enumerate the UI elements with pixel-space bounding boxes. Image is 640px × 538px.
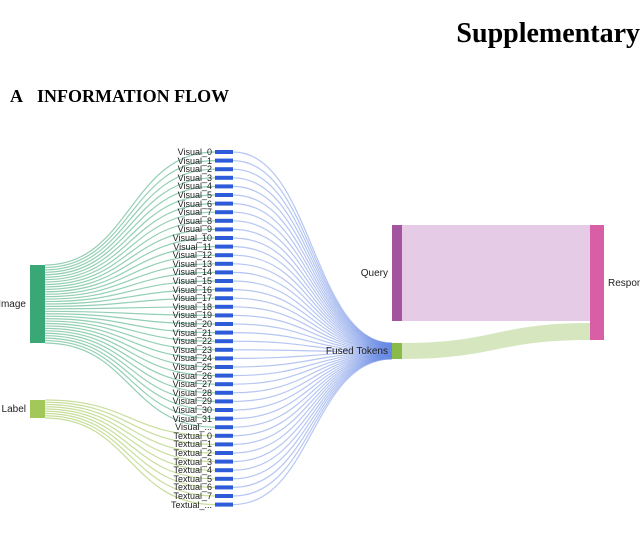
node-Visual_13 (215, 262, 233, 266)
node-Textual_1 (215, 442, 233, 446)
flow-Visual_10-to-fused (233, 238, 392, 347)
node-Textual_7 (215, 494, 233, 498)
node-Visual_0 (215, 150, 233, 154)
node-Visual_20 (215, 322, 233, 326)
node-Visual_7 (215, 210, 233, 214)
node-Textual_3 (215, 460, 233, 464)
node-Visual_12 (215, 253, 233, 257)
label-query: Query (361, 268, 388, 279)
node-image (30, 265, 45, 343)
page-title: Supplementary (0, 0, 640, 50)
node-Visual_30 (215, 408, 233, 412)
node-Visual_21 (215, 331, 233, 335)
node-label-src (30, 400, 45, 418)
sankey-svg (0, 125, 640, 535)
node-Textual_... (215, 503, 233, 507)
node-query (392, 225, 402, 321)
sankey-diagram: ImageLabelVisual_0Visual_1Visual_2Visual… (0, 125, 640, 535)
label-Textual_...: Textual_... (171, 500, 212, 510)
section-letter: A (10, 86, 23, 106)
node-Visual_23 (215, 348, 233, 352)
node-response (590, 225, 604, 340)
label-fused: Fused Tokens (326, 346, 388, 357)
flow-query-to-response (402, 225, 590, 321)
node-Textual_0 (215, 434, 233, 438)
flow-Visual_4-to-fused (233, 186, 392, 344)
node-Visual_14 (215, 270, 233, 274)
node-Textual_5 (215, 477, 233, 481)
flow-fused-to-response (402, 323, 590, 359)
flow-Visual_1-to-fused (233, 161, 392, 344)
node-Visual_18 (215, 305, 233, 309)
node-Visual_3 (215, 176, 233, 180)
node-Visual_22 (215, 339, 233, 343)
node-Visual_16 (215, 288, 233, 292)
label-label: Label (2, 404, 26, 415)
label-image: Image (0, 299, 26, 310)
node-Visual_27 (215, 382, 233, 386)
node-Visual_5 (215, 193, 233, 197)
node-Visual_10 (215, 236, 233, 240)
node-Visual_8 (215, 219, 233, 223)
node-Visual_6 (215, 202, 233, 206)
flow-Textual_2-to-fused (233, 357, 392, 453)
node-Visual_29 (215, 399, 233, 403)
node-Textual_2 (215, 451, 233, 455)
section-heading-text: INFORMATION FLOW (37, 86, 229, 106)
node-Textual_6 (215, 485, 233, 489)
node-Visual_17 (215, 296, 233, 300)
flow-Textual_7-to-fused (233, 359, 392, 496)
node-fused (392, 343, 402, 359)
flow-Visual_2-to-fused (233, 169, 392, 344)
node-Visual_1 (215, 159, 233, 163)
node-Visual_15 (215, 279, 233, 283)
node-Visual_... (215, 425, 233, 429)
flow-Textual_5-to-fused (233, 358, 392, 479)
node-Visual_19 (215, 313, 233, 317)
node-Visual_9 (215, 227, 233, 231)
node-Visual_28 (215, 391, 233, 395)
node-Visual_24 (215, 356, 233, 360)
node-Visual_25 (215, 365, 233, 369)
node-Textual_4 (215, 468, 233, 472)
label-response: Response (608, 278, 640, 289)
node-Visual_11 (215, 245, 233, 249)
node-Visual_31 (215, 417, 233, 421)
node-Visual_2 (215, 167, 233, 171)
node-Visual_26 (215, 374, 233, 378)
node-Visual_4 (215, 184, 233, 188)
section-heading: A INFORMATION FLOW (0, 50, 640, 107)
